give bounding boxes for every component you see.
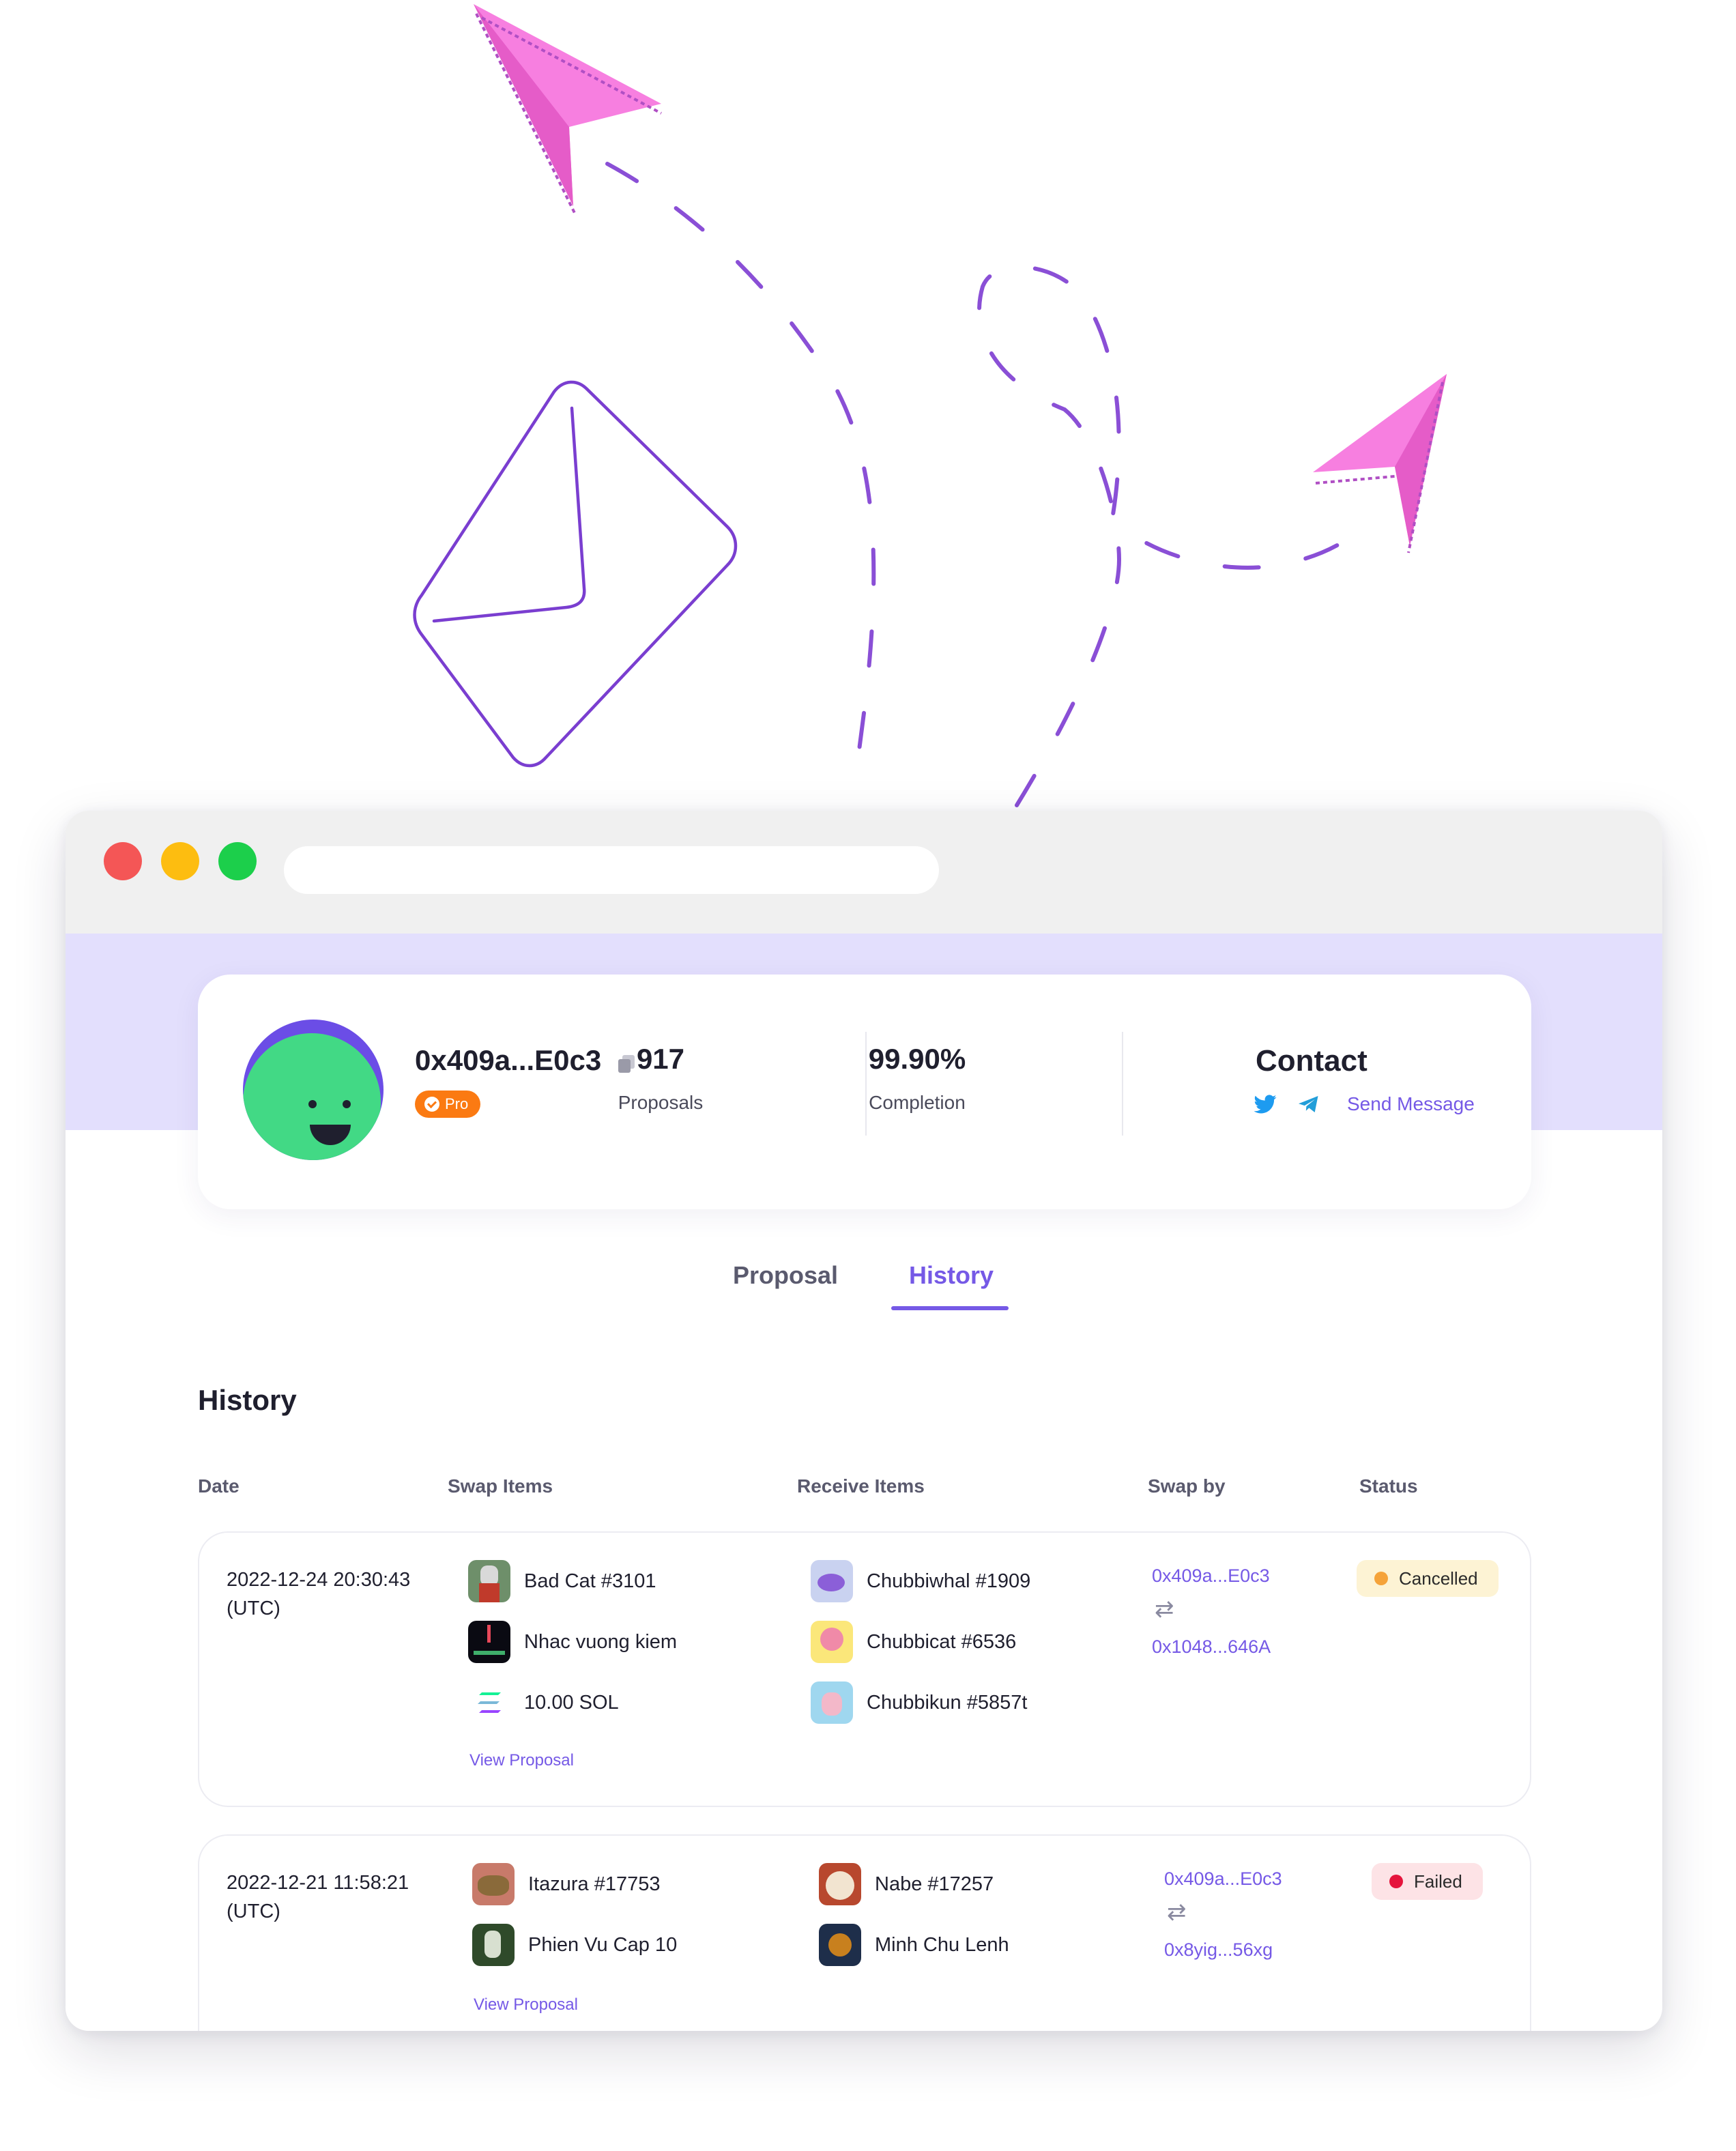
receive-item[interactable]: Chubbicat #6536 xyxy=(811,1621,1016,1663)
swap-item[interactable]: Itazura #17753 xyxy=(472,1863,660,1905)
envelope-icon xyxy=(413,380,738,768)
nft-thumbnail xyxy=(819,1924,861,1966)
swap-item[interactable]: 10.00 SOL xyxy=(468,1681,619,1724)
column-header-date: Date xyxy=(198,1475,240,1497)
paper-plane-icon xyxy=(1313,374,1447,553)
status-badge: Cancelled xyxy=(1357,1560,1499,1597)
row-date-value: 2022-12-24 20:30:43 xyxy=(227,1569,411,1591)
avatar xyxy=(243,1020,384,1160)
receive-item-label: Chubbiwhal #1909 xyxy=(867,1570,1031,1592)
receive-item[interactable]: Nabe #17257 xyxy=(819,1863,994,1905)
avatar-eye xyxy=(343,1100,351,1108)
swap-to-address[interactable]: 0x1048...646A xyxy=(1152,1636,1271,1658)
receive-item-label: Minh Chu Lenh xyxy=(875,1933,1009,1956)
row-date: 2022-12-21 11:58:21 (UTC) xyxy=(227,1868,409,1926)
status-label: Cancelled xyxy=(1399,1568,1478,1589)
nft-thumbnail xyxy=(472,1924,515,1966)
swap-arrows-icon: ⇄ xyxy=(1167,1899,1187,1925)
swap-item[interactable]: Nhac vuong kiem xyxy=(468,1621,677,1663)
receive-item[interactable]: Minh Chu Lenh xyxy=(819,1924,1009,1966)
swap-item-label: Phien Vu Cap 10 xyxy=(528,1933,678,1956)
nft-thumbnail xyxy=(468,1621,510,1663)
history-title: History xyxy=(198,1384,297,1416)
verified-check-icon xyxy=(424,1097,439,1112)
browser-window: 0x409a...E0c3 Pro 917 Proposals 99.90% C… xyxy=(66,811,1662,2031)
swap-item[interactable]: Phien Vu Cap 10 xyxy=(472,1924,677,1966)
nft-thumbnail xyxy=(811,1560,853,1602)
stat-completion: 99.90% Completion xyxy=(828,1043,1006,1114)
nft-thumbnail xyxy=(811,1621,853,1663)
column-header-status: Status xyxy=(1359,1475,1418,1497)
close-window-button[interactable] xyxy=(104,842,142,880)
address-bar[interactable] xyxy=(284,846,939,894)
history-row: 2022-12-21 11:58:21 (UTC) Itazura #17753… xyxy=(198,1834,1531,2031)
nft-thumbnail xyxy=(819,1863,861,1905)
swap-from-address[interactable]: 0x409a...E0c3 xyxy=(1164,1868,1282,1890)
receive-item[interactable]: Chubbikun #5857t xyxy=(811,1681,1027,1724)
avatar-eye xyxy=(308,1100,317,1108)
tab-proposal[interactable]: Proposal xyxy=(733,1261,838,1290)
maximize-window-button[interactable] xyxy=(218,842,257,880)
pro-badge: Pro xyxy=(415,1091,481,1118)
twitter-icon[interactable] xyxy=(1253,1092,1277,1116)
telegram-icon[interactable] xyxy=(1297,1092,1321,1116)
swap-item-label: 10.00 SOL xyxy=(524,1691,619,1714)
profile-card: 0x409a...E0c3 Pro 917 Proposals 99.90% C… xyxy=(198,975,1531,1209)
receive-item-label: Nabe #17257 xyxy=(875,1873,994,1895)
row-date-value: 2022-12-21 11:58:21 xyxy=(227,1872,409,1894)
swap-item-label: Bad Cat #3101 xyxy=(524,1570,656,1592)
stat-value: 917 xyxy=(636,1043,685,1075)
view-proposal-link[interactable]: View Proposal xyxy=(469,1751,574,1770)
column-header-receive-items: Receive Items xyxy=(797,1475,925,1497)
nft-thumbnail xyxy=(468,1560,510,1602)
nft-thumbnail xyxy=(472,1863,515,1905)
swap-item-label: Itazura #17753 xyxy=(528,1873,661,1895)
row-date-timezone: (UTC) xyxy=(227,1598,280,1619)
browser-titlebar xyxy=(66,811,1662,934)
contact-title: Contact xyxy=(1256,1044,1368,1078)
stat-label: Completion xyxy=(869,1092,966,1113)
view-proposal-link[interactable]: View Proposal xyxy=(474,1995,578,2015)
swap-to-address[interactable]: 0x8yig...56xg xyxy=(1164,1939,1273,1961)
contact-links: Send Message xyxy=(1253,1092,1475,1116)
minimize-window-button[interactable] xyxy=(161,842,199,880)
nft-thumbnail xyxy=(811,1681,853,1724)
history-row: 2022-12-24 20:30:43 (UTC) Bad Cat #3101 … xyxy=(198,1531,1531,1807)
paper-plane-icon xyxy=(474,4,662,216)
hero-illustration xyxy=(413,4,1447,807)
swap-from-address[interactable]: 0x409a...E0c3 xyxy=(1152,1565,1270,1587)
swap-item[interactable]: Bad Cat #3101 xyxy=(468,1560,656,1602)
receive-item-label: Chubbicat #6536 xyxy=(867,1630,1017,1653)
status-label: Failed xyxy=(1414,1871,1462,1892)
status-dot xyxy=(1374,1572,1388,1585)
divider xyxy=(1122,1032,1123,1136)
column-header-swap-items: Swap Items xyxy=(448,1475,553,1497)
stat-value: 99.90% xyxy=(868,1043,966,1075)
active-tab-indicator xyxy=(891,1306,1009,1310)
row-date: 2022-12-24 20:30:43 (UTC) xyxy=(227,1565,410,1623)
receive-item[interactable]: Chubbiwhal #1909 xyxy=(811,1560,1030,1602)
avatar-mouth xyxy=(310,1125,351,1145)
stat-label: Proposals xyxy=(618,1092,704,1113)
profile-tabs: Proposal History xyxy=(66,1261,1662,1329)
send-message-link[interactable]: Send Message xyxy=(1347,1093,1475,1115)
swap-arrows-icon: ⇄ xyxy=(1155,1596,1174,1622)
stat-proposals: 917 Proposals xyxy=(572,1043,749,1114)
column-header-swap-by: Swap by xyxy=(1148,1475,1226,1497)
pro-badge-label: Pro xyxy=(445,1095,469,1112)
swap-item-label: Nhac vuong kiem xyxy=(524,1630,678,1653)
dashed-flight-path xyxy=(605,162,1367,807)
tab-history[interactable]: History xyxy=(909,1261,994,1290)
status-dot xyxy=(1389,1875,1403,1888)
status-badge: Failed xyxy=(1372,1863,1483,1900)
row-date-timezone: (UTC) xyxy=(227,1901,280,1922)
solana-icon xyxy=(468,1681,510,1724)
receive-item-label: Chubbikun #5857t xyxy=(867,1691,1028,1714)
